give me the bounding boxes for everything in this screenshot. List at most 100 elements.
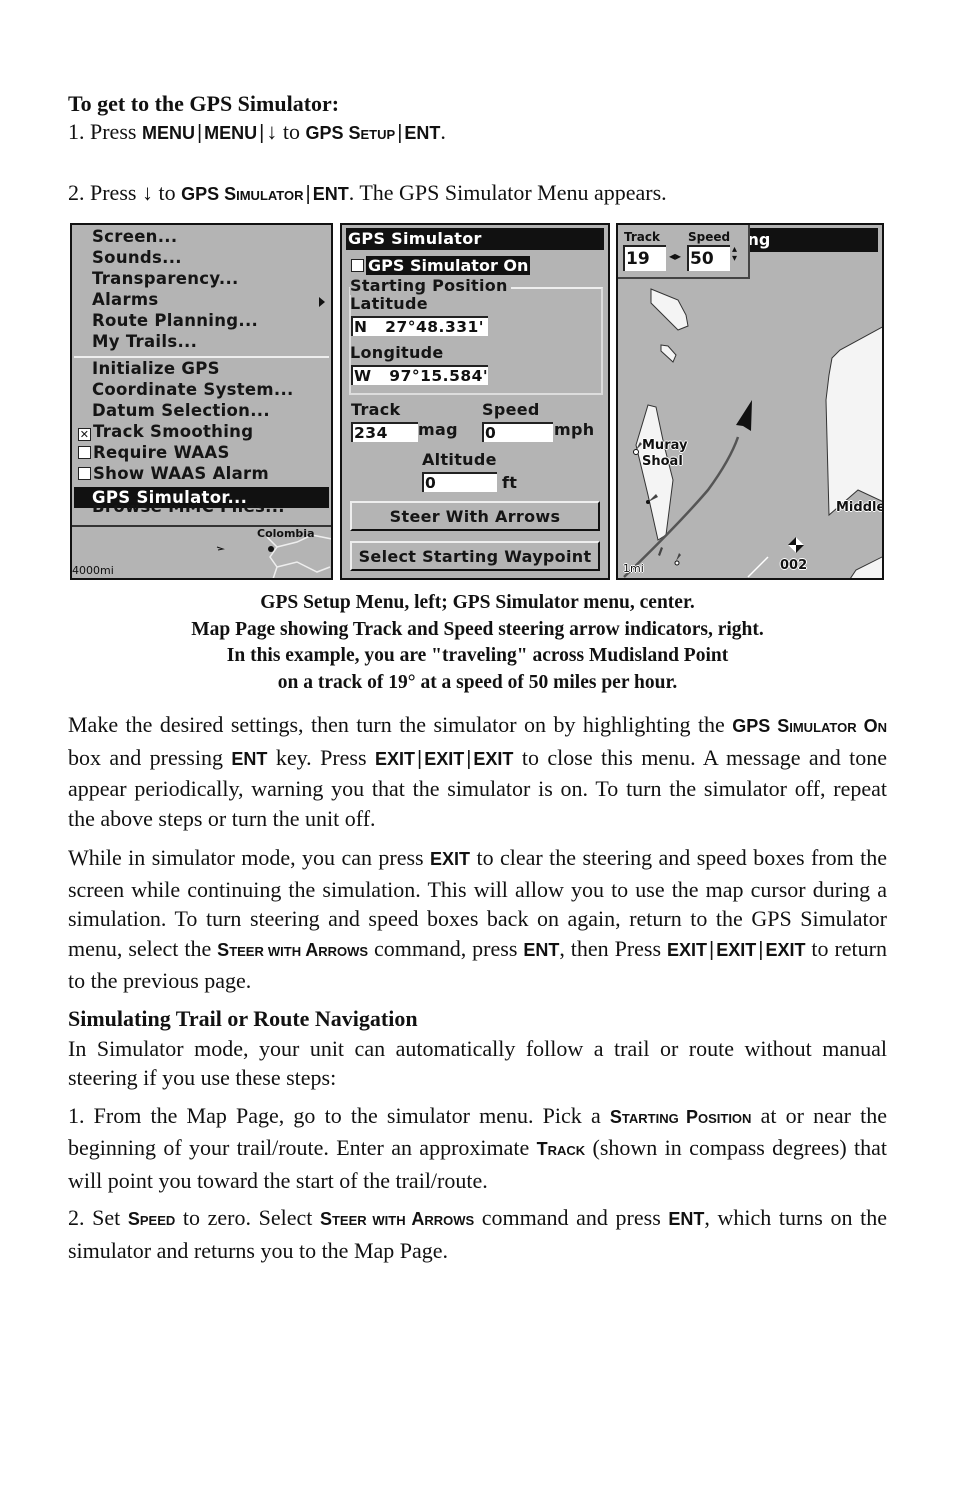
checkbox-label: GPS Simulator On — [366, 256, 531, 275]
checkbox-checked-icon[interactable]: ✕ — [78, 428, 91, 441]
menu-item-datum-selection[interactable]: Datum Selection... — [92, 401, 270, 421]
track-unit: mag — [418, 420, 458, 439]
menu-item-label: Require WAAS — [93, 443, 230, 462]
command-part: GPS S — [181, 184, 237, 204]
command-steer-with-arrows: STEER WITH ARROWS — [320, 1209, 474, 1229]
checkbox-icon[interactable] — [351, 259, 364, 272]
figure-caption: GPS Setup Menu, left; GPS Simulator menu… — [68, 590, 887, 696]
command-part: PEED — [139, 1213, 176, 1228]
command-part: ETUP — [360, 127, 396, 142]
text: command and press — [474, 1205, 669, 1230]
command-part: T — [536, 1139, 548, 1159]
command-part: S — [319, 1209, 332, 1229]
intro-section: To get to the GPS Simulator: 1. Press ME… — [68, 90, 887, 210]
text: , then Press — [559, 935, 668, 961]
latitude-input[interactable]: N 27°48.331' — [351, 316, 488, 336]
text: box and pressing — [68, 744, 232, 770]
command-part: A — [411, 1209, 425, 1229]
altitude-input[interactable]: 0 — [422, 472, 497, 492]
command-part: P — [685, 1106, 698, 1127]
command-part: O — [856, 716, 878, 736]
command-part: RROWS — [318, 943, 369, 959]
marker-icon — [633, 449, 639, 455]
key-ent: ENT — [231, 748, 268, 769]
command-gps-setup: GPS SETUP — [305, 123, 395, 143]
command-part: RROWS — [424, 1213, 475, 1228]
map-page-screen: ing Track 19 ◂▸ Speed 50 ▴ ▾ Muray Shoal… — [616, 223, 884, 580]
checkbox-icon[interactable] — [78, 467, 91, 480]
key-ent: ENT — [312, 184, 349, 204]
steer-with-arrows-button[interactable]: Steer With Arrows — [350, 501, 600, 531]
map-label-middle: Middle — [836, 500, 884, 515]
command-starting-position: STARTING POSITION — [610, 1107, 752, 1127]
select-starting-waypoint-button[interactable]: Select Starting Waypoint — [350, 541, 600, 571]
intro-heading: To get to the GPS Simulator: — [68, 91, 340, 116]
text: Make the desired settings, then turn the… — [68, 712, 733, 737]
command-part: TEER WITH — [331, 1213, 412, 1228]
menu-item-track-smoothing[interactable]: ✕ Track Smoothing — [78, 422, 253, 442]
key-menu: MENU — [141, 123, 195, 143]
starting-position-label: Starting Position — [350, 277, 511, 295]
step-text: to — [152, 180, 182, 205]
key-ent: ENT — [404, 123, 441, 143]
body-text: Make the desired settings, then turn the… — [68, 710, 887, 1265]
latitude-label: Latitude — [350, 294, 428, 313]
menu-item-screen[interactable]: Screen... — [92, 227, 177, 247]
intro-step-1: 1. Press MENU | MENU |↓ to GPS SETUP | ENT. — [68, 118, 887, 149]
submenu-arrow-icon — [319, 297, 325, 307]
key-ent: ENT — [668, 1209, 705, 1229]
checkbox-icon[interactable] — [78, 446, 91, 459]
command-part: S — [217, 939, 230, 960]
step-text: . The GPS Simulator Menu appears. — [348, 180, 667, 205]
menu-item-sounds[interactable]: Sounds... — [92, 248, 182, 268]
longitude-input[interactable]: W 97°15.584' — [351, 365, 488, 385]
key-exit: EXIT — [765, 939, 806, 960]
key-exit: EXIT — [430, 849, 471, 869]
track-value[interactable]: 19 — [623, 245, 666, 271]
gps-simulator-on-checkbox[interactable]: GPS Simulator On — [351, 256, 531, 275]
track-input[interactable]: 234 — [351, 422, 418, 442]
menu-item-show-waas-alarm[interactable]: Show WAAS Alarm — [78, 464, 269, 484]
command-part: IMULATOR — [789, 720, 857, 735]
up-down-arrows-icon[interactable]: ▴ ▾ — [732, 245, 737, 264]
menu-item-label: Track Smoothing — [93, 422, 254, 441]
speed-input[interactable]: 0 — [482, 422, 553, 442]
key-exit: EXIT — [374, 748, 415, 769]
menu-item-initialize-gps[interactable]: Initialize GPS — [92, 359, 220, 379]
altitude-unit: ft — [502, 473, 518, 492]
menu-item-my-trails[interactable]: My Trails... — [92, 332, 197, 352]
command-part: S — [127, 1209, 140, 1229]
menu-item-require-waas[interactable]: Require WAAS — [78, 443, 230, 463]
command-part: TEER WITH — [229, 943, 306, 959]
minimap: Colombia 4000mi — [72, 525, 331, 578]
menu-item-label: Show WAAS Alarm — [93, 464, 269, 483]
speed-label: Speed — [482, 400, 540, 419]
separator: | — [709, 938, 715, 961]
command-part: OSITION — [697, 1110, 752, 1126]
menu-item-browse-mmc-files[interactable]: Browse MMC Files... — [92, 505, 285, 515]
paragraph-step-1: 1. From the Map Page, go to the simulato… — [68, 1101, 887, 1196]
longitude-label: Longitude — [350, 343, 444, 362]
caption-line: In this example, you are "traveling" acr… — [226, 645, 729, 666]
command-part: GPS S — [305, 123, 361, 143]
command-part: GPS S — [732, 716, 790, 736]
map-label-shoal: Shoal — [642, 454, 683, 469]
speed-value[interactable]: 50 — [687, 245, 730, 271]
separator: | — [259, 122, 265, 144]
menu-item-route-planning[interactable]: Route Planning... — [92, 311, 258, 331]
command-gps-simulator: GPS SIMULATOR — [181, 184, 303, 204]
map-scale: 1mi — [623, 562, 644, 575]
left-right-arrows-icon[interactable]: ◂▸ — [669, 249, 681, 263]
marker-icon — [674, 560, 680, 566]
key-exit: EXIT — [667, 939, 708, 960]
map-label-waypoint-002: 002 — [780, 558, 808, 573]
separator: | — [397, 122, 403, 144]
map-label-muray: Muray — [642, 438, 688, 453]
gps-setup-menu-screen: Screen... Sounds... Transparency... Alar… — [70, 223, 333, 580]
menu-item-coordinate-system[interactable]: Coordinate System... — [92, 380, 294, 400]
menu-item-alarms[interactable]: Alarms — [92, 290, 159, 310]
menu-divider — [74, 356, 329, 358]
menu-item-transparency[interactable]: Transparency... — [92, 269, 239, 289]
caption-line: Map Page showing Track and Speed steerin… — [191, 618, 764, 640]
caption-line: on a track of 19° at a speed of 50 miles… — [277, 671, 678, 693]
